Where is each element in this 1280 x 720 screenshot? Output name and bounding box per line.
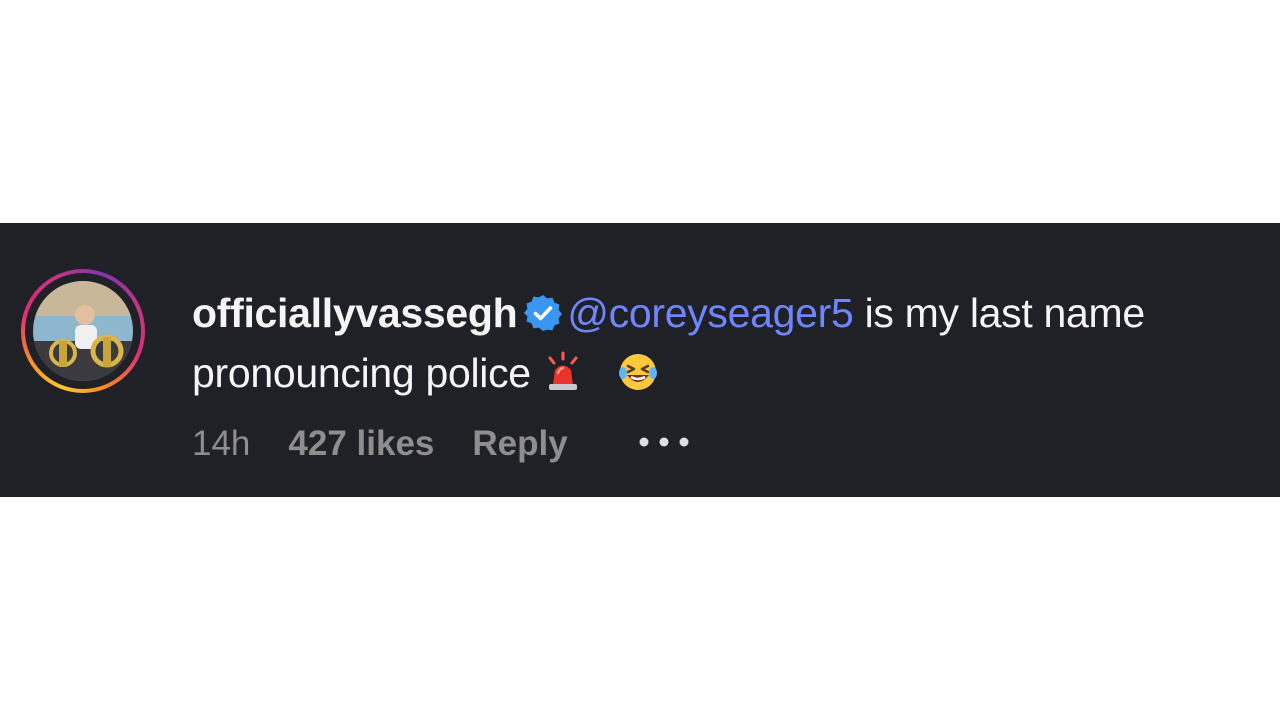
username[interactable]: officiallyvassegh	[192, 290, 518, 336]
comment-meta: 14h 427 likes Reply	[192, 421, 690, 467]
reply-button[interactable]: Reply	[472, 421, 567, 467]
police-light-emoji	[548, 351, 578, 390]
comment-timestamp: 14h	[192, 424, 251, 463]
mention-link[interactable]: @coreyseager5	[567, 290, 853, 336]
more-horizontal-icon[interactable]	[638, 436, 690, 448]
comment-card: officiallyvassegh @coreyseager5 is my la…	[0, 223, 1280, 497]
avatar-photo	[33, 281, 133, 381]
verified-badge-icon	[524, 295, 563, 331]
likes-count[interactable]: 427 likes	[288, 421, 434, 467]
story-ring[interactable]	[21, 269, 145, 393]
laughing-tears-emoji	[619, 354, 658, 390]
avatar[interactable]	[33, 281, 133, 381]
comment-text: officiallyvassegh @coreyseager5 is my la…	[192, 283, 1242, 403]
